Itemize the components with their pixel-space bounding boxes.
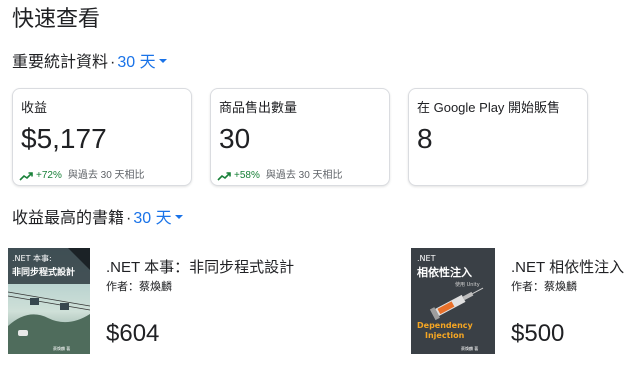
trend-compare: 與過去 30 天相比 — [67, 170, 145, 181]
cover-text: .NET — [417, 254, 436, 263]
card-value: 30 — [219, 123, 251, 154]
separator: · — [110, 54, 116, 71]
card-value: 8 — [417, 123, 433, 154]
book-revenue: $604 — [106, 320, 160, 347]
period-label: 30 天 — [133, 210, 172, 227]
caret-down-icon — [174, 215, 183, 220]
trend-compare: 與過去 30 天相比 — [265, 170, 343, 181]
card-value: $5,177 — [21, 123, 107, 154]
book-revenue: $500 — [511, 320, 565, 347]
card-label: 商品售出數量 — [219, 100, 298, 115]
book-author: 作者：蔡煥麟 — [106, 281, 172, 293]
units-sold-card[interactable]: 商品售出數量 30 +58% 與過去 30 天相比 — [210, 88, 390, 186]
stats-heading: 重要統計資料 — [12, 54, 109, 71]
card-trend: +58% 與過去 30 天相比 — [217, 166, 343, 181]
card-label: 收益 — [21, 100, 48, 115]
separator: · — [126, 210, 132, 227]
stats-period-dropdown[interactable]: 30 天 — [117, 54, 167, 71]
stats-section-header: 重要統計資料 · 30 天 — [12, 52, 167, 74]
trending-up-icon — [217, 172, 231, 181]
top-books-section-header: 收益最高的書籍 · 30 天 — [12, 208, 183, 230]
cover-text: .NET 本事: — [12, 253, 52, 263]
cover-text: Injection — [425, 331, 465, 340]
page-title: 快速查看 — [12, 6, 101, 31]
caret-down-icon — [158, 59, 167, 64]
book-cover[interactable]: .NET 相依性注入 使用 Unity Dependency Injection… — [411, 248, 495, 354]
top-books-heading: 收益最高的書籍 — [12, 210, 125, 227]
book-title[interactable]: .NET 相依性注入 — [511, 256, 624, 277]
period-label: 30 天 — [117, 54, 156, 71]
cover-text: 非同步程式設計 — [12, 266, 75, 278]
trending-up-icon — [19, 172, 33, 181]
cover-text: 蔡煥麟 著 — [461, 345, 478, 351]
book-cover-image: .NET 本事: 非同步程式設計 蔡煥麟 著 — [8, 248, 90, 354]
cover-text: 蔡煥麟 著 — [53, 345, 70, 351]
trend-percent: +58% — [234, 170, 260, 181]
card-trend: +72% 與過去 30 天相比 — [19, 166, 145, 181]
top-books-period-dropdown[interactable]: 30 天 — [133, 210, 183, 227]
books-on-sale-card[interactable]: 在 Google Play 開始販售 8 — [408, 88, 588, 186]
book-cover-image: .NET 相依性注入 使用 Unity Dependency Injection… — [411, 248, 495, 354]
book-title[interactable]: .NET 本事：非同步程式設計 — [106, 256, 294, 277]
cover-text: 使用 Unity — [455, 281, 480, 288]
book-cover[interactable]: .NET 本事: 非同步程式設計 蔡煥麟 著 — [8, 248, 90, 354]
cover-text: Dependency — [417, 321, 474, 330]
book-author: 作者：蔡煥麟 — [511, 281, 577, 293]
cover-text: 相依性注入 — [417, 265, 472, 279]
revenue-card[interactable]: 收益 $5,177 +72% 與過去 30 天相比 — [12, 88, 192, 186]
trend-percent: +72% — [36, 170, 62, 181]
card-label: 在 Google Play 開始販售 — [417, 100, 561, 115]
